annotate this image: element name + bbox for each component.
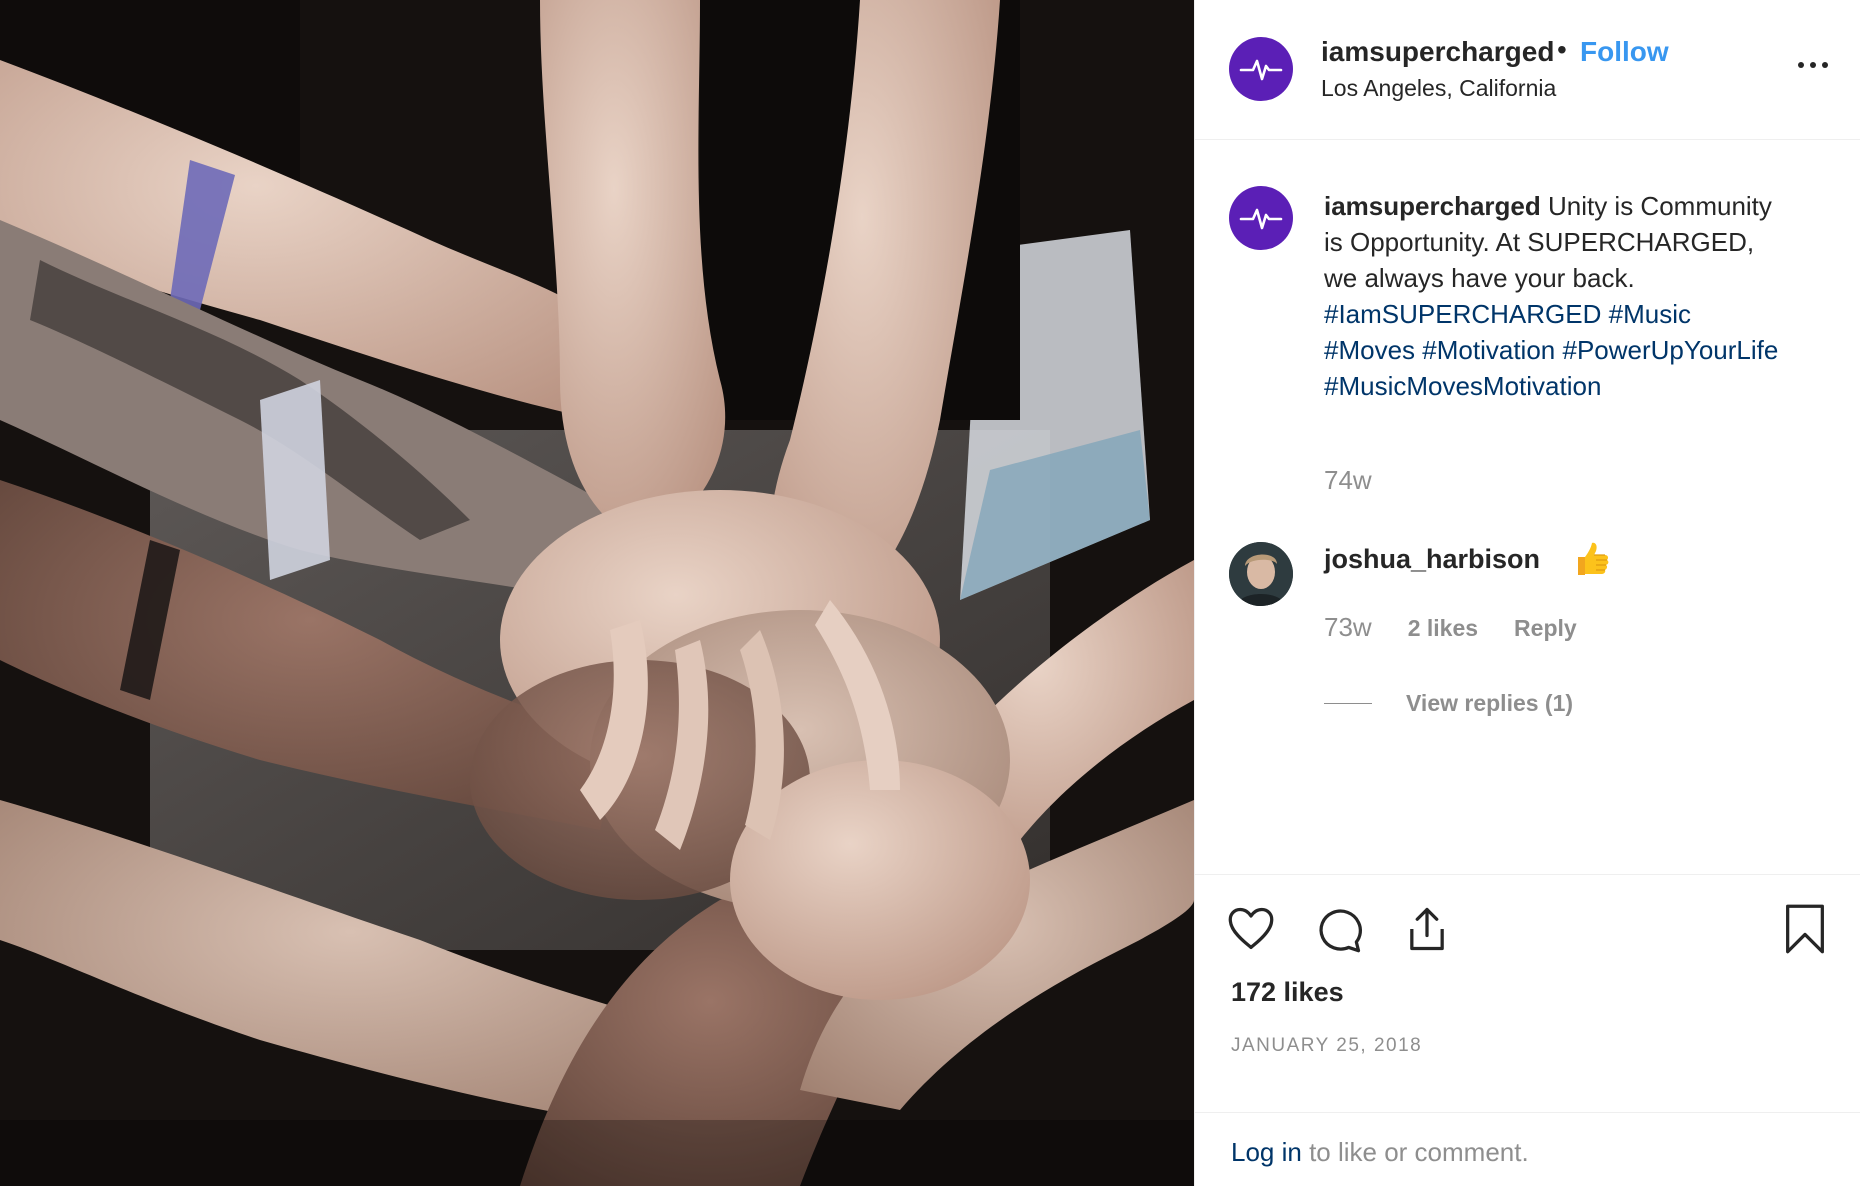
commenter-username[interactable]: joshua_harbison xyxy=(1324,544,1540,575)
login-rest: to like or comment. xyxy=(1301,1137,1529,1167)
heartbeat-icon xyxy=(1239,59,1283,81)
post-sidebar: iamsupercharged • Follow Los Angeles, Ca… xyxy=(1194,0,1860,1186)
reply-button[interactable]: Reply xyxy=(1514,615,1577,642)
dot-icon xyxy=(1798,62,1804,68)
hashtag-list: #IamSUPERCHARGED #Music #Moves #Motivati… xyxy=(1324,299,1778,401)
person-photo-icon xyxy=(1229,542,1293,606)
caption-avatar[interactable] xyxy=(1229,186,1293,250)
hashtag-link[interactable]: #IamSUPERCHARGED xyxy=(1324,299,1601,329)
share-button[interactable] xyxy=(1401,903,1453,955)
more-options-icon[interactable] xyxy=(1798,58,1828,72)
separator-dot: • xyxy=(1557,34,1567,65)
login-prompt: Log in to like or comment. xyxy=(1195,1112,1860,1186)
login-text: Log in to like or comment. xyxy=(1231,1137,1529,1168)
stacked-hands-photo xyxy=(0,0,1194,1186)
hashtag-link[interactable]: #Motivation xyxy=(1422,335,1555,365)
heart-icon xyxy=(1228,907,1274,950)
post-photo[interactable] xyxy=(0,0,1194,1186)
post-date[interactable]: JANUARY 25, 2018 xyxy=(1231,1035,1422,1057)
heartbeat-icon xyxy=(1239,208,1283,230)
hashtag-link[interactable]: #Music xyxy=(1609,299,1691,329)
caption-timestamp[interactable]: 74w xyxy=(1324,465,1372,496)
comment-button[interactable] xyxy=(1313,903,1365,955)
dot-icon xyxy=(1810,62,1816,68)
caption-username[interactable]: iamsupercharged xyxy=(1324,191,1541,221)
save-button[interactable] xyxy=(1779,903,1831,955)
comment-timestamp[interactable]: 73w xyxy=(1324,612,1372,643)
hashtag-link[interactable]: #PowerUpYourLife xyxy=(1562,335,1778,365)
caption-text: iamsupercharged Unity is Community is Op… xyxy=(1324,188,1784,404)
commenter-avatar[interactable] xyxy=(1229,542,1293,606)
dot-icon xyxy=(1822,62,1828,68)
hashtag-link[interactable]: #MusicMovesMotivation xyxy=(1324,371,1601,401)
comment-meta: 73w 2 likes Reply xyxy=(1324,612,1577,643)
login-link[interactable]: Log in xyxy=(1231,1137,1302,1167)
action-bar: 172 likes JANUARY 25, 2018 xyxy=(1195,874,1860,1112)
like-button[interactable] xyxy=(1225,903,1277,955)
comments-area[interactable]: iamsupercharged Unity is Community is Op… xyxy=(1195,140,1860,875)
share-icon xyxy=(1410,907,1444,951)
profile-avatar[interactable] xyxy=(1229,37,1293,101)
divider-line xyxy=(1324,703,1372,704)
bookmark-icon xyxy=(1786,904,1824,954)
location-link[interactable]: Los Angeles, California xyxy=(1321,75,1556,102)
comment-likes-count[interactable]: 2 likes xyxy=(1408,615,1478,642)
likes-count[interactable]: 172 likes xyxy=(1231,977,1344,1008)
view-replies-label: View replies (1) xyxy=(1406,690,1574,716)
header-username[interactable]: iamsupercharged xyxy=(1321,36,1554,68)
instagram-post: iamsupercharged • Follow Los Angeles, Ca… xyxy=(0,0,1860,1186)
hashtag-link[interactable]: #Moves xyxy=(1324,335,1415,365)
post-header: iamsupercharged • Follow Los Angeles, Ca… xyxy=(1195,0,1860,140)
follow-button[interactable]: Follow xyxy=(1580,36,1669,68)
thumbs-up-icon xyxy=(1578,542,1609,575)
comment-bubble-icon xyxy=(1319,909,1363,953)
view-replies-button[interactable]: View replies (1) xyxy=(1324,690,1573,717)
